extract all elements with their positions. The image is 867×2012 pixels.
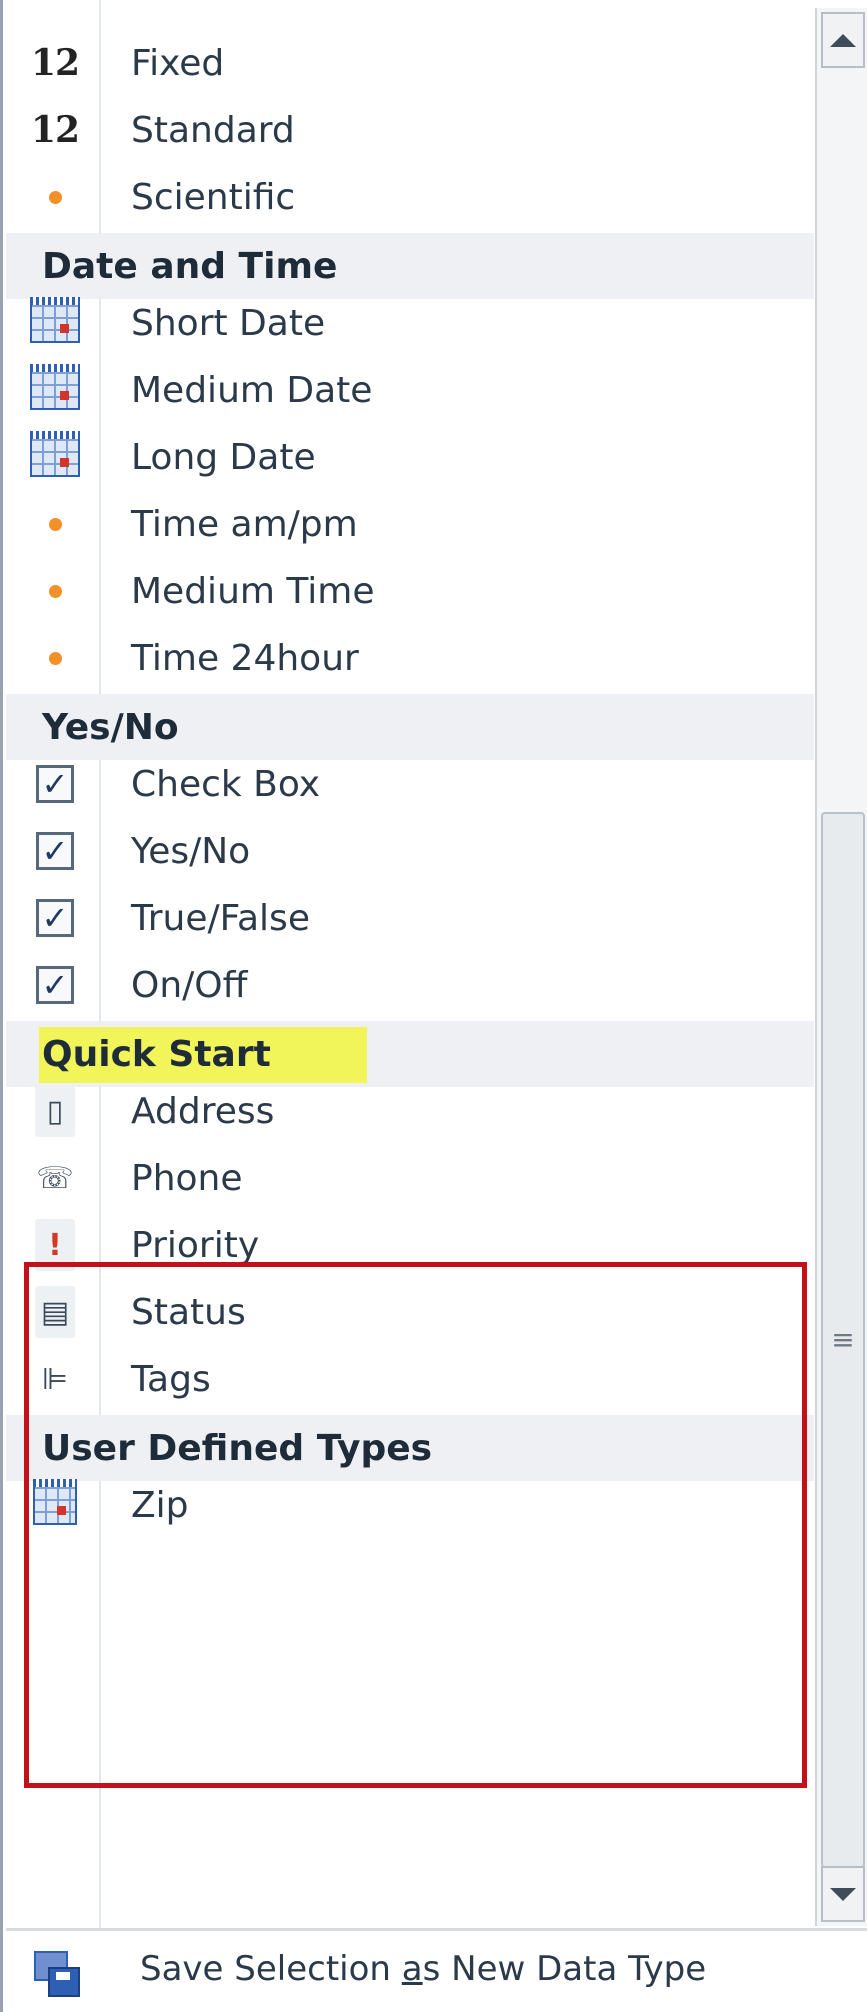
menu-item-label: Zip xyxy=(131,1484,189,1526)
menu-item-label: Phone xyxy=(131,1157,243,1199)
menu-item-label: Address xyxy=(131,1090,275,1132)
calendar-icon xyxy=(25,293,85,353)
menu-item-on-off[interactable]: ✓ On/Off xyxy=(3,942,813,1028)
orange-dot-icon xyxy=(25,167,85,227)
menu-item-label: On/Off xyxy=(131,964,248,1006)
data-type-menu: 12 Fixed 12 Standard Scientific Date and Time… xyxy=(0,0,867,2012)
arrow-down-icon xyxy=(830,1887,856,1901)
grip-icon: ≡ xyxy=(831,1323,855,1356)
menu-item-label: Medium Date xyxy=(131,369,373,411)
menu-item-label: Yes/No xyxy=(131,830,251,872)
scroll-up-button[interactable] xyxy=(821,12,865,68)
checkbox-icon: ✓ xyxy=(25,888,85,948)
orange-dot-icon xyxy=(25,0,85,13)
menu-item-label: Fixed xyxy=(131,42,225,84)
number-12-icon: 12 xyxy=(30,109,80,151)
menu-item-label: Tags xyxy=(131,1358,211,1400)
phone-icon: ☏ xyxy=(36,1160,74,1196)
checkbox-icon: ✓ xyxy=(25,955,85,1015)
number-12-icon: 12 xyxy=(30,42,80,84)
orange-dot-icon xyxy=(25,561,85,621)
menu-item-label: Time 24hour xyxy=(131,637,359,679)
menu-item-time-24hour[interactable]: Time 24hour xyxy=(3,615,813,701)
address-icon: ▯ xyxy=(25,1081,85,1141)
checkbox-icon: ✓ xyxy=(25,821,85,881)
vertical-scrollbar[interactable]: ≡ xyxy=(815,8,867,1926)
menu-item-label: Priority xyxy=(131,1224,260,1266)
orange-dot-icon xyxy=(25,628,85,688)
menu-item-label: Standard xyxy=(131,109,295,151)
scrollbar-thumb[interactable]: ≡ xyxy=(821,812,865,1868)
menu-item-label: Time am/pm xyxy=(131,503,358,545)
status-icon: ▤ xyxy=(25,1282,85,1342)
scroll-down-button[interactable] xyxy=(821,1866,865,1922)
footer-label: Save Selection as New Data Type xyxy=(140,1949,707,1989)
calendar-icon xyxy=(25,360,85,420)
checkbox-icon: ✓ xyxy=(25,754,85,814)
save-data-type-icon xyxy=(28,1945,84,2001)
menu-item-label: Status xyxy=(131,1291,246,1333)
menu-item-zip[interactable]: Zip xyxy=(3,1462,813,1548)
menu-item-label: Scientific xyxy=(131,176,296,218)
arrow-up-icon xyxy=(830,33,856,47)
menu-item-scientific[interactable]: Scientific xyxy=(3,154,813,240)
menu-item-label: Medium Time xyxy=(131,570,375,612)
tags-icon: ⊫ xyxy=(41,1361,69,1397)
menu-item-label: Check Box xyxy=(131,763,321,805)
orange-dot-icon xyxy=(25,494,85,554)
custom-type-icon xyxy=(25,1475,85,1535)
calendar-icon xyxy=(25,427,85,487)
menu-item-tags[interactable]: ⊫ Tags xyxy=(3,1336,813,1422)
priority-icon: ! xyxy=(25,1215,85,1275)
menu-item-label: True/False xyxy=(131,897,310,939)
menu-item-label: Long Date xyxy=(131,436,316,478)
menu-item-label: Short Date xyxy=(131,302,326,344)
save-selection-as-new-data-type-button[interactable]: Save Selection as New Data Type xyxy=(6,1928,867,2012)
